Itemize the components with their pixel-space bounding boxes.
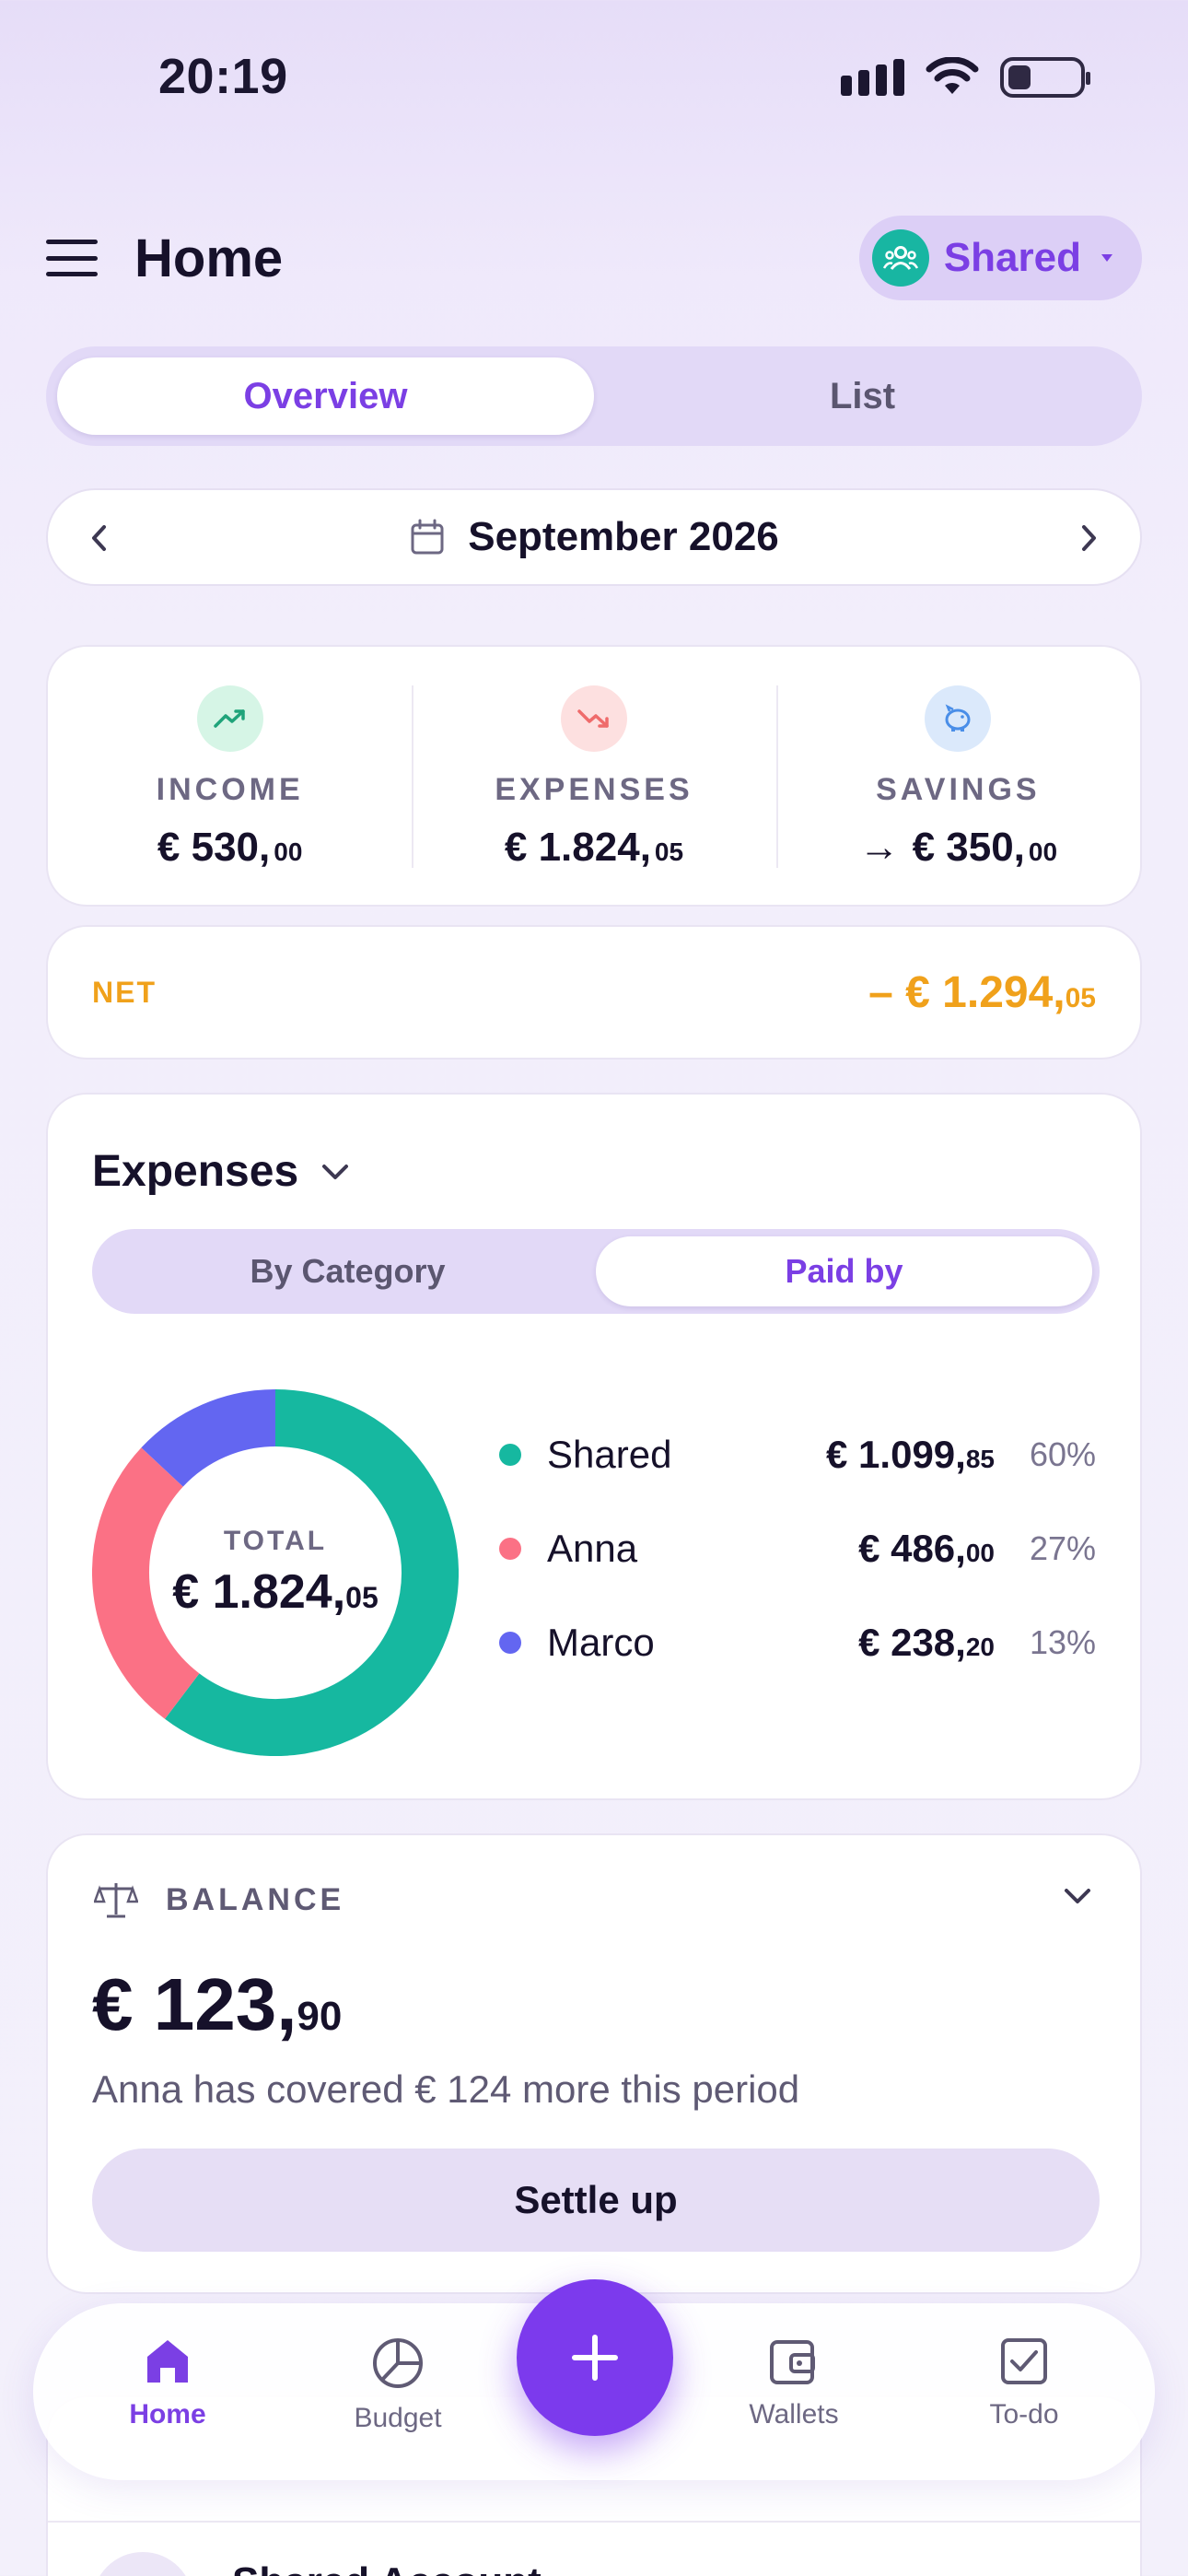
nav-todo[interactable]: To-do	[941, 2336, 1107, 2430]
tab-overview[interactable]: Overview	[57, 357, 594, 435]
expenses-title: Expenses	[92, 1147, 299, 1196]
legend-row-marco[interactable]: Marco € 238, 20 13%	[499, 1596, 1096, 1690]
chevron-right-icon[interactable]	[1061, 510, 1116, 566]
legend-name: Marco	[547, 1621, 655, 1664]
wallet-icon	[770, 2340, 815, 2384]
status-bar: 20:19	[0, 0, 1188, 157]
total-label: TOTAL	[223, 1526, 328, 1556]
nav-label: Home	[129, 2399, 206, 2430]
account-switcher-label: Shared	[943, 235, 1081, 280]
net-value: – € 1.294, 05	[868, 967, 1096, 1017]
expenses-type-dropdown[interactable]: Expenses	[92, 1146, 352, 1197]
expenses-view-tabs: By Category Paid by	[92, 1229, 1100, 1314]
legend-name: Anna	[547, 1527, 638, 1570]
income-label: INCOME	[156, 772, 304, 807]
avatar	[92, 2552, 193, 2576]
legend-percent: 13%	[1029, 1623, 1096, 1661]
tab-by-category[interactable]: By Category	[99, 1236, 596, 1306]
header: Home Shared	[46, 216, 1142, 300]
group-icon	[871, 229, 929, 287]
status-time: 20:19	[158, 49, 288, 104]
legend-amount: € 486, 00	[858, 1527, 995, 1570]
income-value: € 530, 00	[157, 825, 303, 870]
legend-dot	[499, 1632, 521, 1654]
legend-amount: € 1.099, 85	[826, 1433, 995, 1476]
status-icons	[841, 57, 1090, 98]
savings-label: SAVINGS	[876, 772, 1041, 807]
divider	[48, 2521, 1140, 2523]
wifi-icon	[926, 57, 979, 94]
month-picker[interactable]: September 2026	[409, 514, 779, 560]
net-label: NET	[92, 975, 157, 1009]
balance-value: € 123, 90	[92, 1963, 343, 2045]
legend-percent: 27%	[1029, 1529, 1096, 1567]
legend-row-anna[interactable]: Anna € 486, 00 27%	[499, 1502, 1096, 1596]
savings-summary[interactable]: SAVINGS → € 350, 00	[775, 647, 1140, 905]
balance-card: BALANCE € 123, 90 Anna has covered € 124 …	[46, 1833, 1142, 2294]
month-label: September 2026	[468, 514, 779, 559]
chevron-down-icon	[322, 1164, 349, 1179]
checkbox-icon	[1001, 2338, 1047, 2384]
piggy-bank-icon	[925, 685, 992, 752]
scale-icon	[94, 1883, 138, 1918]
donut-center: TOTAL € 1.824, 05	[92, 1389, 459, 1756]
bottom-nav: Home Budget Wallets To-do	[33, 2279, 1155, 2480]
legend-row-shared[interactable]: Shared € 1.099, 85 60%	[499, 1408, 1096, 1502]
chevron-left-icon[interactable]	[72, 510, 127, 566]
nav-home[interactable]: Home	[85, 2336, 250, 2430]
balance-header: BALANCE	[94, 1879, 344, 1920]
pie-chart-icon	[373, 2338, 423, 2388]
home-icon	[147, 2340, 188, 2383]
expenses-card: Expenses By Category Paid by TOTAL € 1.8…	[46, 1093, 1142, 1800]
legend-dot	[499, 1444, 521, 1466]
expenses-summary[interactable]: EXPENSES € 1.824, 05	[412, 647, 775, 905]
tab-paid-by[interactable]: Paid by	[596, 1236, 1092, 1306]
expenses-legend: Shared € 1.099, 85 60% Anna € 486, 00 27% …	[499, 1408, 1096, 1690]
page-title: Home	[134, 228, 284, 288]
balance-note: Anna has covered € 124 more this period	[92, 2067, 800, 2111]
total-value: € 1.824, 05	[172, 1565, 379, 1619]
savings-value: → € 350, 00	[858, 825, 1058, 870]
cellular-signal-icon	[841, 59, 904, 96]
legend-amount: € 238, 20	[858, 1621, 995, 1664]
battery-icon	[1000, 57, 1090, 98]
account-switcher-button[interactable]: Shared	[858, 216, 1142, 300]
trending-up-icon	[196, 685, 263, 752]
income-summary[interactable]: INCOME € 530, 00	[48, 647, 412, 905]
month-selector: September 2026	[46, 488, 1142, 586]
settle-up-button[interactable]: Settle up	[92, 2149, 1100, 2252]
nav-label: Wallets	[749, 2399, 839, 2430]
calendar-icon	[411, 519, 444, 555]
main-tabs: Overview List	[46, 346, 1142, 446]
expenses-label: EXPENSES	[495, 772, 693, 807]
tab-list[interactable]: List	[594, 357, 1131, 435]
trending-down-icon	[560, 685, 627, 752]
balance-label: BALANCE	[166, 1881, 345, 1917]
menu-icon[interactable]	[46, 240, 98, 276]
plus-icon	[572, 2335, 618, 2381]
legend-percent: 60%	[1029, 1435, 1096, 1473]
account-title: Shared Account	[232, 2559, 542, 2576]
legend-name: Shared	[547, 1433, 672, 1476]
add-button[interactable]	[517, 2279, 673, 2436]
nav-budget[interactable]: Budget	[315, 2336, 481, 2434]
nav-label: To-do	[989, 2399, 1059, 2430]
net-card: NET – € 1.294, 05	[46, 925, 1142, 1060]
chevron-down-icon[interactable]	[1061, 1885, 1094, 1912]
nav-wallets[interactable]: Wallets	[711, 2336, 877, 2430]
donut-chart: TOTAL € 1.824, 05	[92, 1389, 459, 1756]
expenses-value: € 1.824, 05	[504, 825, 684, 870]
legend-dot	[499, 1538, 521, 1560]
summary-card: INCOME € 530, 00 EXPENSES € 1.824, 05 SAVI…	[46, 645, 1142, 907]
caret-down-icon	[1101, 254, 1112, 262]
nav-label: Budget	[354, 2403, 442, 2433]
